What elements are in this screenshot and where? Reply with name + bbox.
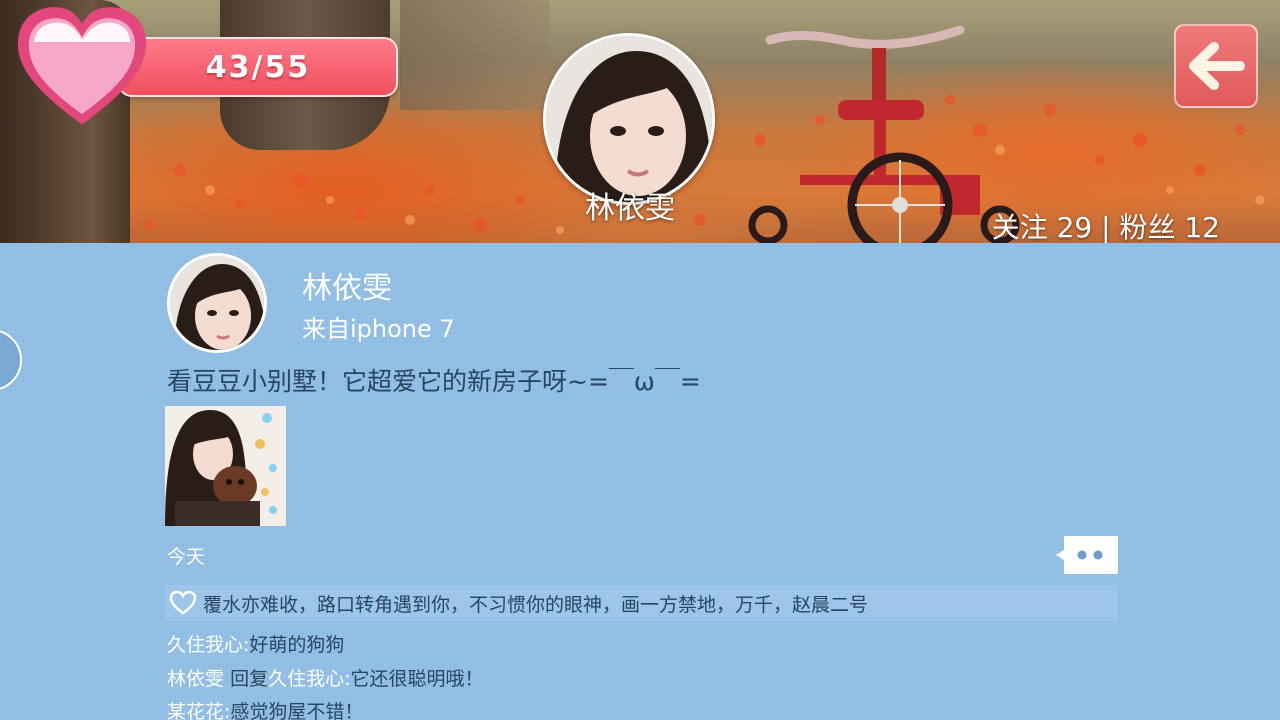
comment-body: 好萌的狗狗: [249, 634, 345, 656]
likes-bar: 覆水亦难收，路口转角遇到你，不习惯你的眼神，画一方禁地，万千，赵晨二号: [165, 585, 1118, 621]
comment-reply-target[interactable]: 久住我心: [268, 668, 344, 690]
speech-bubble-icon: [1056, 536, 1118, 574]
arrow-left-icon: [1189, 42, 1245, 90]
comment-body: 它还很聪明哦！: [350, 668, 484, 690]
comment-reply-label: 回复: [230, 668, 269, 690]
follow-stats: 关注 29 | 粉丝 12: [991, 211, 1220, 244]
post-source: 来自iphone 7: [302, 315, 455, 343]
post-text: 看豆豆小别墅！它超爱它的新房子呀~=￣ω￣=: [167, 367, 701, 396]
profile-name: 林依雯: [585, 191, 675, 226]
post-photo[interactable]: [165, 406, 286, 526]
comment-author[interactable]: 林依雯: [167, 668, 224, 690]
likes-list: 覆水亦难收，路口转角遇到你，不习惯你的眼神，画一方禁地，万千，赵晨二号: [203, 593, 869, 616]
post-author-avatar[interactable]: [167, 253, 267, 353]
progress-count: 43/55: [205, 49, 311, 85]
photo-girl-with-dog: [165, 406, 286, 526]
comment-button[interactable]: [1056, 536, 1118, 574]
comment-item[interactable]: 久住我心:好萌的狗狗: [167, 630, 344, 657]
heart-outline-icon[interactable]: [169, 590, 197, 616]
post-author-name[interactable]: 林依雯: [302, 263, 392, 307]
profile-avatar[interactable]: [543, 33, 715, 205]
comment-item[interactable]: 某花花:感觉狗屋不错！: [167, 697, 363, 720]
comment-author[interactable]: 久住我心: [167, 634, 243, 656]
heart-icon: [17, 7, 147, 125]
back-button[interactable]: [1174, 24, 1258, 108]
comment-item[interactable]: 林依雯 回复久住我心:它还很聪明哦！: [167, 664, 484, 691]
comment-author[interactable]: 某花花: [167, 701, 224, 720]
post-time: 今天: [167, 546, 206, 568]
comment-body: 感觉狗屋不错！: [230, 701, 364, 720]
avatar-portrait: [546, 36, 712, 202]
